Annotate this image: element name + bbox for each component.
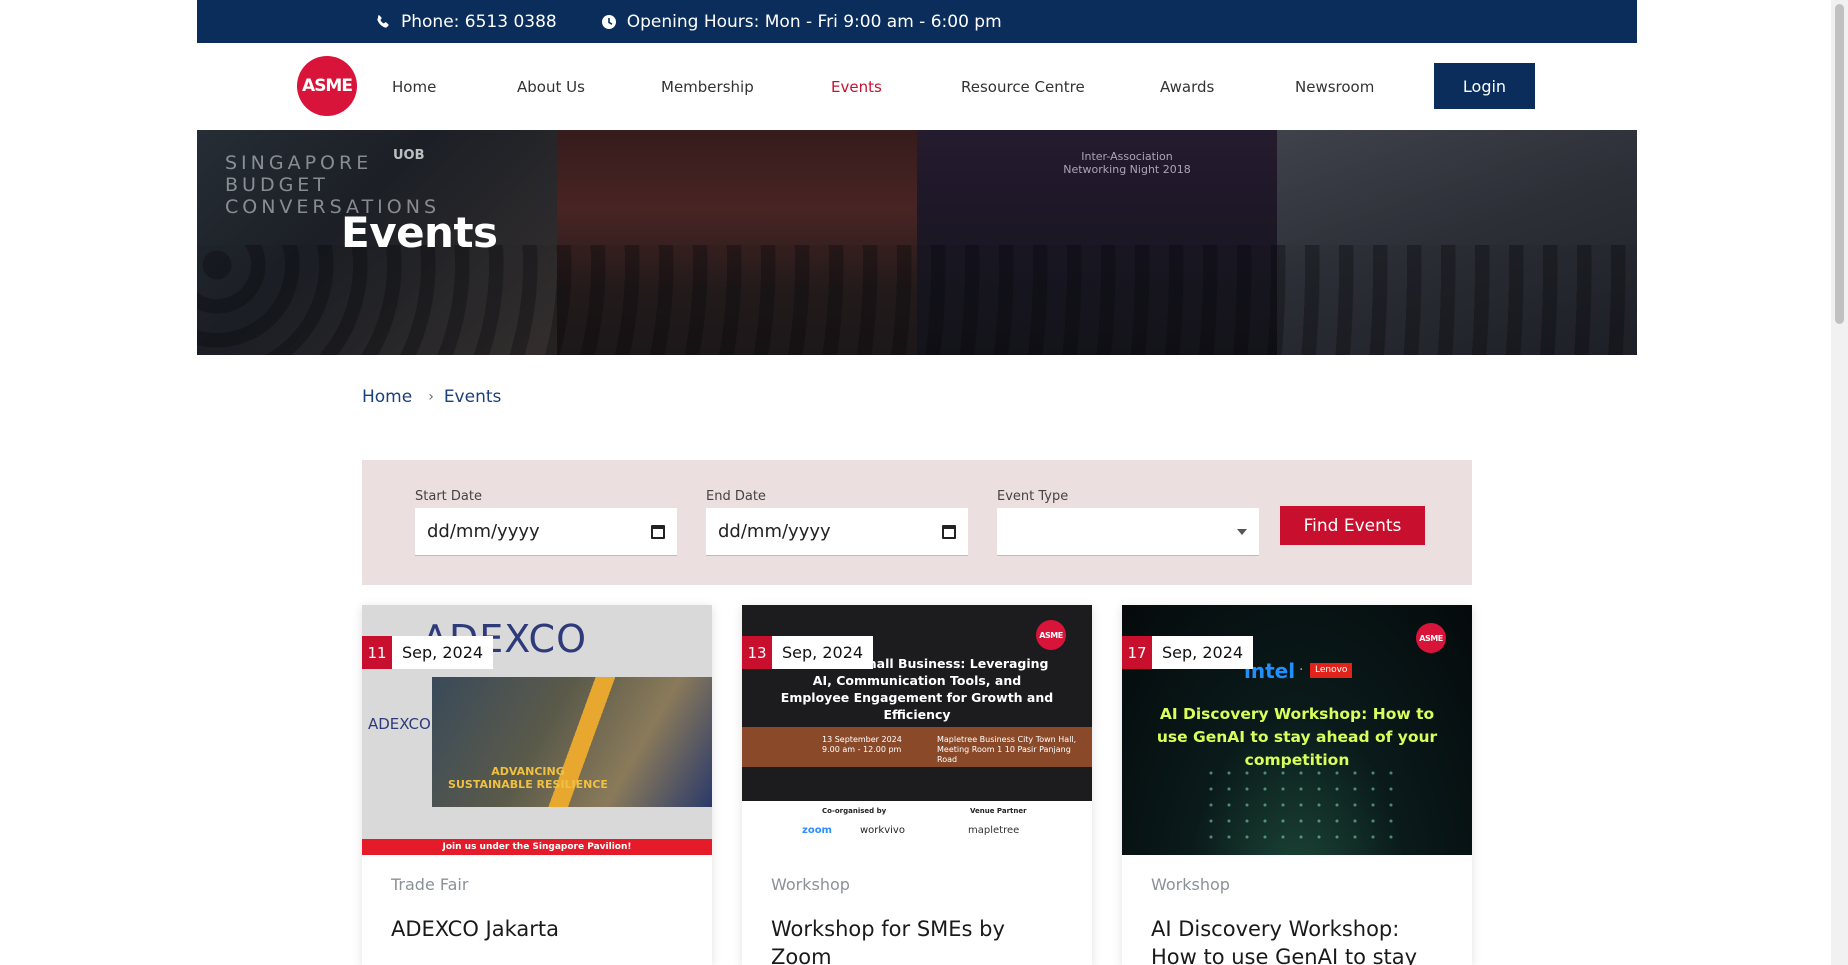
event-day: 13	[742, 636, 772, 669]
poster-tagline: ADVANCING SUSTAINABLE RESILIENCE	[448, 765, 608, 791]
mapletree-logo: mapletree	[968, 825, 1020, 836]
page-scrollbar[interactable]	[1831, 0, 1848, 965]
asme-mini-logo: ASME	[1036, 620, 1066, 650]
login-button[interactable]: Login	[1434, 63, 1535, 109]
poster-side-brand: ADEXCO	[368, 715, 431, 733]
phone-info[interactable]: Phone: 6513 0388	[375, 12, 557, 32]
poster-particles	[1202, 765, 1402, 845]
end-date-field: End Date dd/mm/yyyy	[706, 489, 968, 556]
hours-info: Opening Hours: Mon - Fri 9:00 am - 6:00 …	[601, 12, 1002, 32]
event-title[interactable]: AI Discovery Workshop: How to use GenAI …	[1151, 915, 1451, 965]
end-date-input[interactable]: dd/mm/yyyy	[706, 508, 968, 556]
workvivo-logo: workvivo	[860, 825, 905, 836]
poster-headline: AI Discovery Workshop: How to use GenAI …	[1156, 705, 1438, 769]
start-date-label: Start Date	[415, 489, 482, 504]
event-day: 11	[362, 636, 392, 669]
page-frame: Phone: 6513 0388 Opening Hours: Mon - Fr…	[197, 0, 1637, 965]
main-nav: ASME Home About Us Membership Events Res…	[197, 43, 1637, 130]
event-date-badge: 17 Sep, 2024	[1122, 636, 1254, 669]
asme-logo[interactable]: ASME	[297, 56, 357, 116]
nav-item-resource-centre[interactable]: Resource Centre	[961, 78, 1085, 96]
chevron-down-icon	[1237, 528, 1247, 535]
event-month: Sep, 2024	[772, 636, 874, 669]
hero-uob-text: UOB	[393, 148, 425, 163]
event-title[interactable]: Workshop for SMEs by Zoom	[771, 915, 1071, 965]
logo-text: ASME	[1419, 633, 1443, 643]
start-date-input[interactable]: dd/mm/yyyy	[415, 508, 677, 556]
logo-text: ASME	[302, 76, 353, 96]
phone-icon	[377, 14, 389, 28]
event-card[interactable]: ASME intel · Lenovo AI Discovery Worksho…	[1122, 605, 1472, 965]
nav-item-about-us[interactable]: About Us	[517, 78, 585, 96]
calendar-icon[interactable]	[942, 524, 956, 539]
poster-venue-info: Mapletree Business City Town Hall, Meeti…	[937, 735, 1077, 764]
event-card[interactable]: ADEXCO ADEXCO ADVANCING SUSTAINABLE RESI…	[362, 605, 712, 965]
breadcrumb-current: Events	[443, 387, 502, 407]
lenovo-logo: Lenovo	[1310, 663, 1353, 678]
event-type: Workshop	[1151, 875, 1230, 894]
event-day: 17	[1122, 636, 1152, 669]
event-month: Sep, 2024	[392, 636, 494, 669]
hero-networking-text: Inter-Association Networking Night 2018	[1063, 150, 1191, 176]
breadcrumb: Home › Events	[362, 387, 501, 407]
start-date-field: Start Date dd/mm/yyyy	[415, 489, 677, 556]
nav-item-home[interactable]: Home	[392, 78, 436, 96]
event-title[interactable]: ADEXCO Jakarta	[391, 915, 691, 943]
hero-banner: SINGAPORE BUDGET CONVERSATIONS UOB Inter…	[197, 130, 1637, 355]
breadcrumb-home[interactable]: Home	[362, 387, 412, 407]
poster-sponsors: Co-organised by Venue Partner zoom workv…	[742, 801, 1092, 855]
zoom-logo: zoom	[802, 825, 832, 836]
logo-text: ASME	[1039, 630, 1063, 640]
event-type: Workshop	[771, 875, 850, 894]
calendar-icon[interactable]	[651, 524, 665, 539]
poster-info-band: 13 September 2024 9.00 am - 12.00 pm Map…	[742, 727, 1092, 767]
nav-item-membership[interactable]: Membership	[661, 78, 754, 96]
nav-item-events[interactable]: Events	[831, 78, 882, 96]
event-type-field: Event Type	[997, 489, 1259, 556]
event-type: Trade Fair	[391, 875, 469, 894]
poster-footer: Join us under the Singapore Pavilion!	[362, 839, 712, 855]
co-organised-label: Co-organised by	[822, 807, 887, 815]
event-filter: Start Date dd/mm/yyyy End Date dd/mm/yyy…	[362, 460, 1472, 585]
nav-item-awards[interactable]: Awards	[1160, 78, 1214, 96]
event-card[interactable]: ASME ...er Your Small Business: Leveragi…	[742, 605, 1092, 965]
phone-text: Phone: 6513 0388	[401, 11, 557, 32]
hours-text: Opening Hours: Mon - Fri 9:00 am - 6:00 …	[626, 11, 1002, 32]
venue-partner-label: Venue Partner	[970, 807, 1027, 815]
event-type-select[interactable]	[997, 508, 1259, 556]
logo-separator: ·	[1299, 662, 1304, 678]
end-date-label: End Date	[706, 489, 766, 504]
end-date-value: dd/mm/yyyy	[718, 521, 831, 542]
start-date-value: dd/mm/yyyy	[427, 521, 540, 542]
nav-item-newsroom[interactable]: Newsroom	[1295, 78, 1374, 96]
asme-mini-logo: ASME	[1416, 623, 1446, 653]
event-month: Sep, 2024	[1152, 636, 1254, 669]
clock-icon	[601, 14, 616, 29]
top-info-bar: Phone: 6513 0388 Opening Hours: Mon - Fr…	[197, 0, 1637, 43]
chevron-right-icon: ›	[428, 389, 434, 405]
event-type-label: Event Type	[997, 489, 1069, 504]
find-events-button[interactable]: Find Events	[1280, 506, 1425, 545]
event-date-badge: 11 Sep, 2024	[362, 636, 494, 669]
scrollbar-thumb[interactable]	[1835, 4, 1844, 324]
event-date-badge: 13 Sep, 2024	[742, 636, 874, 669]
poster-date-info: 13 September 2024 9.00 am - 12.00 pm	[822, 735, 902, 754]
page-title: Events	[341, 208, 498, 257]
